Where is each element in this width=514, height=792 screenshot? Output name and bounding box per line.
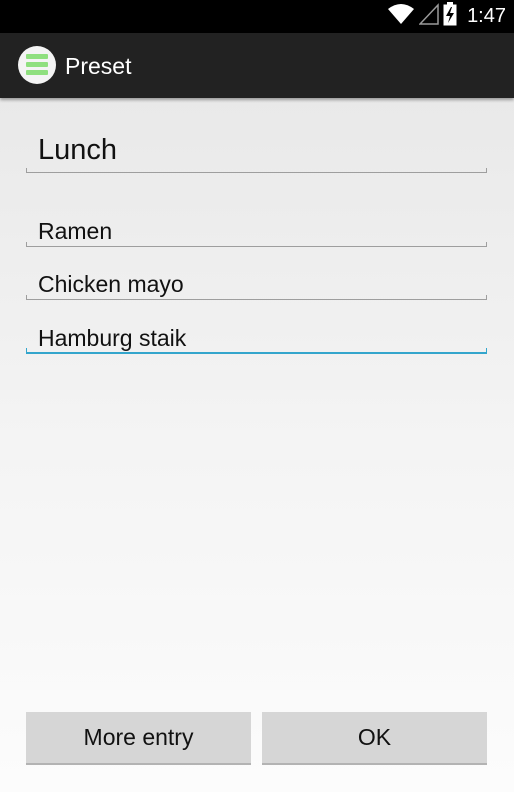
action-bar-title: Preset [65, 53, 132, 79]
entry-value: Chicken mayo [38, 271, 184, 297]
preset-name-field[interactable]: Lunch [26, 128, 487, 173]
cell-signal-icon [418, 3, 439, 30]
entry-value: Ramen [38, 218, 113, 244]
wifi-icon [387, 3, 415, 30]
more-entry-button[interactable]: More entry [26, 712, 251, 765]
status-icons: 1:47 [387, 0, 506, 33]
battery-charging-icon [443, 2, 457, 31]
entry-field-2[interactable]: Chicken mayo [26, 260, 487, 300]
entry-field-3[interactable]: Hamburg staik [26, 314, 487, 354]
list-icon[interactable] [18, 46, 56, 84]
preset-name-value: Lunch [38, 134, 118, 166]
status-bar: 1:47 [0, 0, 514, 33]
status-time: 1:47 [467, 5, 506, 27]
action-bar: Preset [0, 33, 514, 98]
entry-field-1[interactable]: Ramen [26, 207, 487, 247]
entry-value: Hamburg staik [38, 325, 187, 351]
ok-button[interactable]: OK [262, 712, 487, 765]
preset-form: Lunch Ramen Chicken mayo Hamburg staik M… [0, 98, 514, 792]
